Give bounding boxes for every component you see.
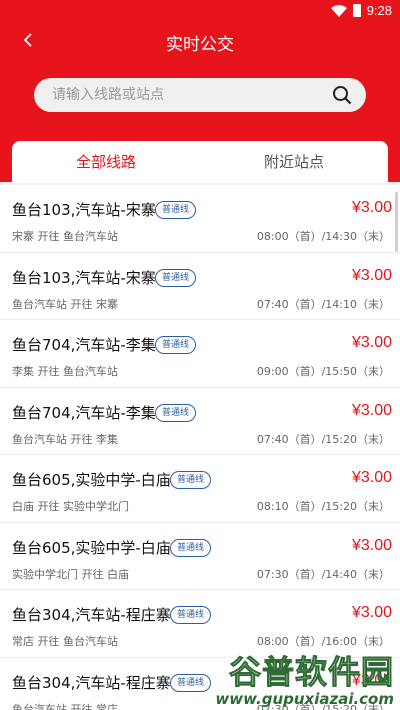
route-name: 鱼台605,实验中学-白庙 [12,471,171,489]
route-times: 08:00（首）/16:00（末） [256,635,390,648]
route-price: ¥3.00 [351,334,392,351]
route-type-badge: 普通线 [170,606,212,624]
route-list: 鱼台103,汽车站-宋寨 普通线 ¥3.00 宋寨 开往 鱼台汽车站 08:00（首）/… [0,185,400,710]
route-price: ¥3.00 [351,469,392,486]
route-times: 07:40（首）/15:20（末） [256,432,390,446]
route-price: ¥3.00 [351,266,392,284]
route-direction: 鱼台汽车站 开往 李集 [12,432,118,446]
route-row[interactable]: 鱼台704,汽车站-李集 普通线 ¥3.00 李集 开往 鱼台汽车站 09:00（首）/… [0,320,400,388]
route-type-badge: 普通线 [155,403,197,422]
route-direction: 白庙 开往 实验中学北门 [12,500,129,513]
route-price: ¥3.00 [351,536,392,554]
route-direction: 宋寨 开往 鱼台汽车站 [12,230,118,243]
search-bar[interactable]: 请输入线路或站点 [34,78,366,112]
route-type-badge: 普通线 [155,336,197,354]
route-name: 鱼台103,汽车站-宋寨 [12,201,156,219]
route-type-badge: 普通线 [155,268,197,287]
status-bar: 9:28 [0,0,400,24]
route-name: 鱼台103,汽车站-宋寨 [12,268,156,287]
page-title: 实时公交 [166,35,234,55]
route-row[interactable]: 鱼台304,汽车站-程庄寨 普通线 ¥3.00 鱼台汽车站 开往 常店 07:30（首）… [0,657,400,710]
route-times: 07:30（首）/14:40（末） [256,567,390,581]
route-name: 鱼台704,汽车站-李集 [12,336,156,354]
route-direction: 李集 开往 鱼台汽车站 [12,365,118,378]
route-name: 鱼台704,汽车站-李集 [12,403,156,422]
route-type-badge: 普通线 [170,538,212,557]
wifi-icon [330,4,347,17]
route-direction: 常店 开往 鱼台汽车站 [12,635,118,648]
status-time: 9:28 [366,3,392,18]
route-price: ¥3.00 [351,671,392,689]
route-row[interactable]: 鱼台605,实验中学-白庙 普通线 ¥3.00 实验中学北门 开往 白庙 07:30（首… [0,522,400,590]
route-row[interactable]: 鱼台704,汽车站-李集 普通线 ¥3.00 鱼台汽车站 开往 李集 07:40（首）/… [0,387,400,455]
route-row[interactable]: 鱼台103,汽车站-宋寨 普通线 ¥3.00 宋寨 开往 鱼台汽车站 08:00（首）/… [0,185,400,253]
tab-bar: 全部线路 附近站点 [12,141,388,183]
route-row[interactable]: 鱼台605,实验中学-白庙 普通线 ¥3.00 白庙 开往 实验中学北门 08:10（首… [0,455,400,523]
route-price: ¥3.00 [351,604,392,621]
route-direction: 鱼台汽车站 开往 常店 [12,702,118,710]
app-screen: 9:28 实时公交 请输入线路或站点 全部线路 附近站点 鱼台103,汽车站-宋… [0,0,400,710]
search-input[interactable]: 请输入线路或站点 [52,78,164,112]
route-name: 鱼台605,实验中学-白庙 [12,538,171,557]
tab-nearby-stops[interactable]: 附近站点 [200,141,388,183]
route-direction: 鱼台汽车站 开往 宋寨 [12,297,118,311]
search-icon[interactable] [332,85,352,105]
route-type-badge: 普通线 [155,201,197,219]
route-price: ¥3.00 [351,199,392,216]
route-type-badge: 普通线 [170,673,212,692]
scrollbar[interactable] [395,192,398,252]
route-price: ¥3.00 [351,401,392,419]
battery-icon [352,4,361,17]
route-direction: 实验中学北门 开往 白庙 [12,567,129,581]
route-name: 鱼台304,汽车站-程庄寨 [12,673,171,692]
route-times: 08:10（首）/15:20（末） [256,500,390,513]
route-name: 鱼台304,汽车站-程庄寨 [12,606,171,624]
route-times: 07:30（首）/15:20（末） [256,702,390,710]
route-type-badge: 普通线 [170,471,212,489]
route-times: 08:00（首）/14:30（末） [256,230,390,243]
tab-all-routes[interactable]: 全部线路 [12,141,200,183]
route-row[interactable]: 鱼台103,汽车站-宋寨 普通线 ¥3.00 鱼台汽车站 开往 宋寨 07:40（首）/… [0,252,400,320]
route-times: 09:00（首）/15:50（末） [256,365,390,378]
status-icons: 9:28 [330,3,392,18]
route-times: 07:40（首）/14:10（末） [256,297,390,311]
route-row[interactable]: 鱼台304,汽车站-程庄寨 普通线 ¥3.00 常店 开往 鱼台汽车站 08:00（首）… [0,590,400,658]
